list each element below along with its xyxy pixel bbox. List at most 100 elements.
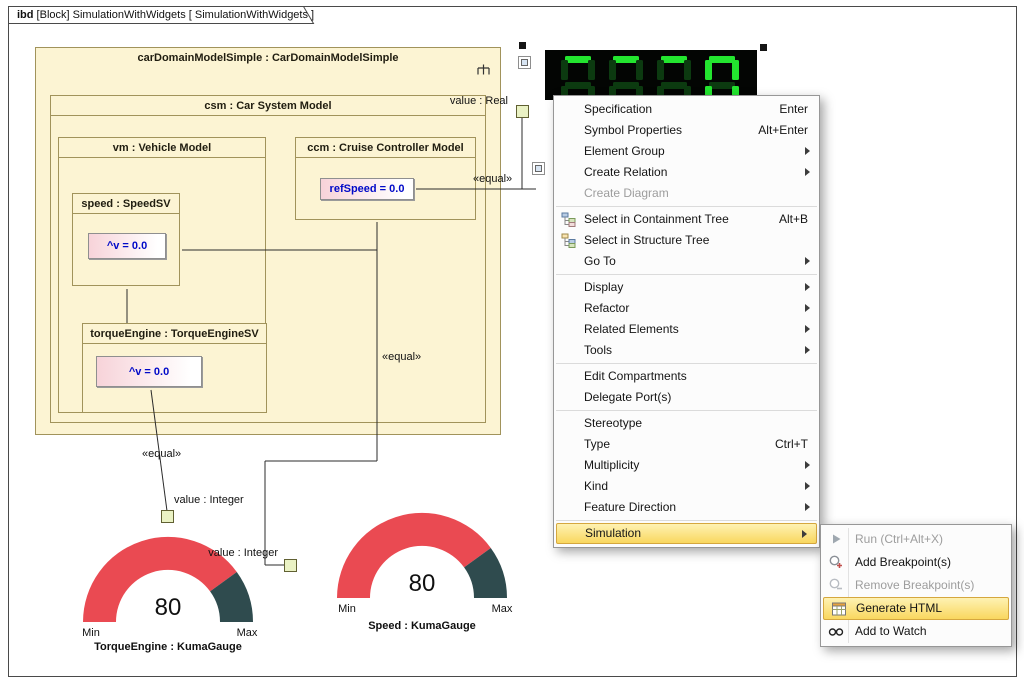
- menu-item-label: Stereotype: [584, 416, 642, 430]
- menu-item-label: Create Relation: [584, 165, 667, 179]
- menu-item-select-in-containment-tree[interactable]: Select in Containment Tree Alt+B: [554, 209, 819, 230]
- menu-item-create-relation[interactable]: Create Relation: [554, 162, 819, 183]
- menu-item-label: Add to Watch: [855, 624, 927, 638]
- seven-segment-digits: [545, 50, 757, 100]
- menu-item-label: Symbol Properties: [584, 123, 682, 137]
- menu-item-label: Related Elements: [584, 322, 679, 336]
- menu-item-label: Go To: [584, 254, 616, 268]
- menu-item-simulation[interactable]: Simulation: [556, 523, 817, 544]
- menu-item-multiplicity[interactable]: Multiplicity: [554, 455, 819, 476]
- menu-item-label: Create Diagram: [584, 186, 669, 200]
- speed-gauge-min-label: Min: [327, 603, 367, 615]
- port-value-real[interactable]: [516, 105, 529, 118]
- smart-manipulator-icon[interactable]: [532, 162, 545, 175]
- diagram-tab[interactable]: ibd [Block] SimulationWithWidgets [ Simu…: [17, 9, 314, 21]
- speed-gauge-value: 80: [392, 570, 452, 598]
- block-title: ccm : Cruise Controller Model: [296, 138, 475, 158]
- remove-breakpoint-icon: [828, 577, 844, 593]
- selection-handle[interactable]: [519, 42, 526, 49]
- block-title: speed : SpeedSV: [73, 194, 179, 214]
- submenu-item-add-breakpoint[interactable]: Add Breakpoint(s): [821, 551, 1011, 574]
- port-value-integer-speed[interactable]: [284, 559, 297, 572]
- selection-handle[interactable]: [760, 44, 767, 51]
- menu-item-element-group[interactable]: Element Group: [554, 141, 819, 162]
- menu-item-edit-compartments[interactable]: Edit Compartments: [554, 366, 819, 387]
- port-label-value-integer: value : Integer: [174, 494, 244, 506]
- menu-item-feature-direction[interactable]: Feature Direction: [554, 497, 819, 518]
- menu-separator: [556, 410, 817, 411]
- diagram-kind-label: ibd: [17, 9, 34, 21]
- menu-item-go-to[interactable]: Go To: [554, 251, 819, 272]
- menu-item-label: Refactor: [584, 301, 629, 315]
- submenu-item-add-to-watch[interactable]: Add to Watch: [821, 620, 1011, 643]
- menu-item-select-in-structure-tree[interactable]: Select in Structure Tree: [554, 230, 819, 251]
- submenu-item-run: Run (Ctrl+Alt+X): [821, 528, 1011, 551]
- menu-item-specification[interactable]: Specification Enter: [554, 99, 819, 120]
- submenu-arrow-icon: [805, 304, 810, 312]
- menu-item-type[interactable]: TypeCtrl+T: [554, 434, 819, 455]
- connector-label-equal: «equal»: [473, 173, 512, 185]
- value-text: refSpeed = 0.0: [330, 183, 405, 195]
- menu-item-stereotype[interactable]: Stereotype: [554, 413, 819, 434]
- menu-item-label: Select in Containment Tree: [584, 212, 729, 226]
- smart-manipulator-icon[interactable]: [518, 56, 531, 69]
- submenu-arrow-icon: [802, 530, 807, 538]
- menu-item-label: Tools: [584, 343, 612, 357]
- submenu-arrow-icon: [805, 461, 810, 469]
- speed-gauge-max-label: Max: [482, 603, 522, 615]
- menu-item-label: Specification: [584, 102, 652, 116]
- watch-icon: [828, 623, 844, 639]
- menu-item-symbol-properties[interactable]: Symbol Properties Alt+Enter: [554, 120, 819, 141]
- menu-item-refactor[interactable]: Refactor: [554, 298, 819, 319]
- menu-item-create-diagram: Create Diagram: [554, 183, 819, 204]
- submenu-arrow-icon: [805, 168, 810, 176]
- menu-item-label: Display: [584, 280, 623, 294]
- menu-item-label: Generate HTML: [856, 601, 942, 615]
- value-box-refspeed[interactable]: refSpeed = 0.0: [320, 178, 414, 200]
- menu-shortcut: Ctrl+T: [775, 434, 808, 455]
- menu-item-kind[interactable]: Kind: [554, 476, 819, 497]
- menu-shortcut: Alt+Enter: [758, 120, 808, 141]
- block-title: carDomainModelSimple : CarDomainModelSim…: [36, 48, 500, 68]
- connector-label-equal: «equal»: [142, 448, 181, 460]
- menu-separator: [556, 363, 817, 364]
- submenu-arrow-icon: [805, 503, 810, 511]
- menu-item-label: Edit Compartments: [584, 369, 687, 383]
- menu-item-related-elements[interactable]: Related Elements: [554, 319, 819, 340]
- diagram-title: [Block] SimulationWithWidgets [ Simulati…: [34, 9, 315, 21]
- simulation-submenu: Run (Ctrl+Alt+X) Add Breakpoint(s) Remov…: [820, 524, 1012, 647]
- seven-segment-display-widget[interactable]: [545, 50, 757, 100]
- decomposition-rake-icon: [477, 62, 490, 80]
- submenu-arrow-icon: [805, 147, 810, 155]
- structure-tree-icon: [561, 233, 576, 248]
- block-title: vm : Vehicle Model: [59, 138, 265, 158]
- menu-item-label: Delegate Port(s): [584, 390, 671, 404]
- menu-item-tools[interactable]: Tools: [554, 340, 819, 361]
- port-label-value-real: value : Real: [428, 95, 508, 107]
- port-value-integer-torque[interactable]: [161, 510, 174, 523]
- torque-gauge-min-label: Min: [71, 627, 111, 639]
- submenu-item-remove-breakpoint: Remove Breakpoint(s): [821, 574, 1011, 597]
- value-box-speed-v[interactable]: ^v = 0.0: [88, 233, 166, 259]
- run-icon: [828, 531, 844, 547]
- speed-gauge-caption: Speed : KumaGauge: [322, 620, 522, 632]
- value-box-torque-v[interactable]: ^v = 0.0: [96, 356, 202, 387]
- menu-shortcut: Alt+B: [779, 209, 808, 230]
- context-menu: Specification Enter Symbol Properties Alt+…: [553, 95, 820, 548]
- menu-item-label: Element Group: [584, 144, 665, 158]
- menu-item-delegate-ports[interactable]: Delegate Port(s): [554, 387, 819, 408]
- menu-item-label: Multiplicity: [584, 458, 639, 472]
- submenu-arrow-icon: [805, 346, 810, 354]
- menu-shortcut: Enter: [779, 99, 808, 120]
- block-title: csm : Car System Model: [51, 96, 485, 116]
- menu-separator: [556, 520, 817, 521]
- torque-gauge-caption: TorqueEngine : KumaGauge: [68, 641, 268, 653]
- containment-tree-icon: [561, 212, 576, 227]
- menu-item-display[interactable]: Display: [554, 277, 819, 298]
- port-label-value-integer: value : Integer: [198, 547, 278, 559]
- submenu-item-generate-html[interactable]: Generate HTML: [823, 597, 1009, 620]
- value-text: ^v = 0.0: [129, 366, 169, 378]
- menu-item-label: Remove Breakpoint(s): [855, 578, 974, 592]
- application-canvas: ibd [Block] SimulationWithWidgets [ Simu…: [0, 0, 1024, 683]
- menu-item-label: Feature Direction: [584, 500, 676, 514]
